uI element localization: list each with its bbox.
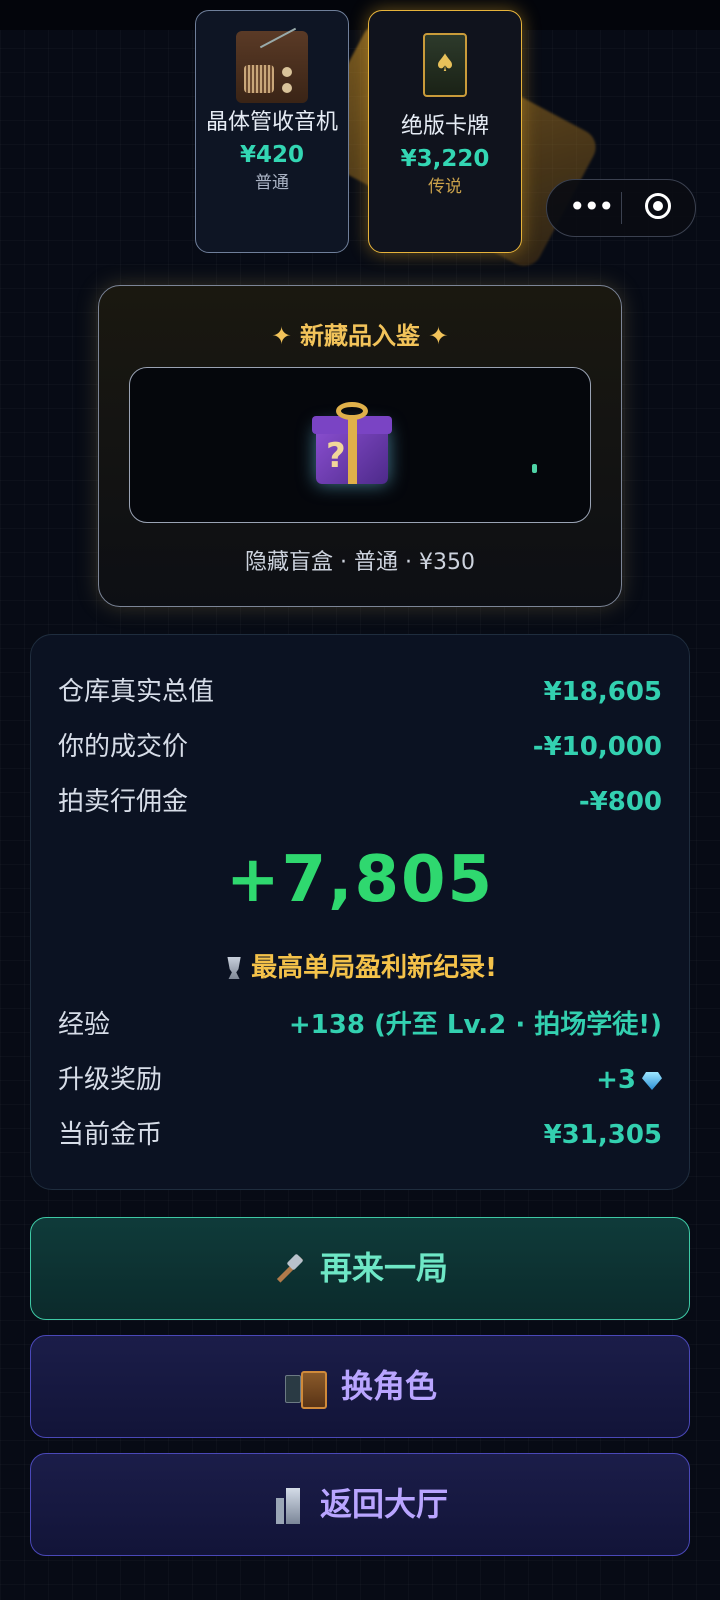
- playing-card-icon: ♠: [423, 33, 467, 97]
- row-warehouse-value: 仓库真实总值 ¥18,605: [58, 672, 662, 712]
- item-price: ¥420: [239, 142, 304, 168]
- item-rarity: 普通: [255, 173, 289, 193]
- commission: -¥800: [578, 787, 662, 817]
- row-your-price: 你的成交价 -¥10,000: [58, 727, 662, 767]
- row-commission: 拍卖行佣金 -¥800: [58, 782, 662, 822]
- new-collection-title: ✦ 新藏品入鉴 ✦: [271, 322, 449, 350]
- hammer-icon: [272, 1253, 306, 1287]
- coins-value: ¥31,305: [543, 1120, 662, 1150]
- status-bar: [0, 0, 720, 30]
- sparkle-icon: [532, 464, 537, 473]
- capsule-divider: [621, 192, 622, 224]
- close-target-icon[interactable]: [645, 193, 671, 219]
- item-name: 绝版卡牌: [400, 114, 489, 139]
- character-cards-icon: [283, 1369, 327, 1409]
- play-again-label: 再来一局: [319, 1249, 448, 1287]
- city-building-icon: [272, 1488, 306, 1524]
- row-level-reward: 升级奖励 +3: [58, 1060, 662, 1100]
- item-rarity: 传说: [428, 177, 462, 197]
- item-name: 晶体管收音机: [205, 110, 338, 135]
- warehouse-value: ¥18,605: [543, 677, 662, 707]
- new-item-frame: ?: [129, 367, 591, 523]
- exp-label: 经验: [58, 1010, 111, 1040]
- item-card-card[interactable]: ♠ 绝版卡牌 ¥3,220 传说: [368, 10, 522, 253]
- back-to-hall-label: 返回大厅: [319, 1485, 448, 1523]
- your-price: -¥10,000: [532, 732, 662, 762]
- radio-icon: [236, 27, 308, 103]
- trophy-icon: [227, 957, 241, 979]
- mystery-gift-box-icon: ?: [312, 400, 392, 486]
- change-role-label: 换角色: [340, 1367, 437, 1405]
- coins-label: 当前金币: [58, 1120, 163, 1150]
- record-banner: 最高单局盈利新纪录!: [31, 947, 689, 984]
- play-again-button[interactable]: 再来一局: [30, 1217, 690, 1320]
- diamond-icon: [642, 1072, 662, 1090]
- warehouse-value-label: 仓库真实总值: [58, 677, 215, 707]
- change-role-button[interactable]: 换角色: [30, 1335, 690, 1438]
- row-coins: 当前金币 ¥31,305: [58, 1115, 662, 1155]
- record-text: 最高单局盈利新纪录!: [251, 953, 497, 983]
- back-to-hall-button[interactable]: 返回大厅: [30, 1453, 690, 1556]
- new-item-caption: 隐藏盲盒 · 普通 · ¥350: [245, 550, 475, 575]
- exp-value: +138 (升至 Lv.2 · 拍场学徒!): [288, 1010, 662, 1040]
- new-collection-panel: ✦ 新藏品入鉴 ✦ ? 隐藏盲盒 · 普通 · ¥350: [98, 285, 622, 607]
- item-price: ¥3,220: [400, 146, 490, 172]
- level-reward: +3: [596, 1060, 662, 1100]
- more-icon[interactable]: •••: [569, 192, 615, 222]
- your-price-label: 你的成交价: [58, 732, 189, 762]
- profit-amount: +7,805: [225, 843, 495, 917]
- miniprogram-capsule: •••: [546, 179, 696, 237]
- row-exp: 经验 +138 (升至 Lv.2 · 拍场学徒!): [58, 1005, 662, 1045]
- level-reward-value: +3: [596, 1065, 636, 1095]
- item-card-radio[interactable]: 晶体管收音机 ¥420 普通: [195, 10, 349, 253]
- commission-label: 拍卖行佣金: [58, 787, 189, 817]
- result-summary-panel: 仓库真实总值 ¥18,605 你的成交价 -¥10,000 拍卖行佣金 -¥80…: [30, 634, 690, 1190]
- level-reward-label: 升级奖励: [58, 1065, 163, 1095]
